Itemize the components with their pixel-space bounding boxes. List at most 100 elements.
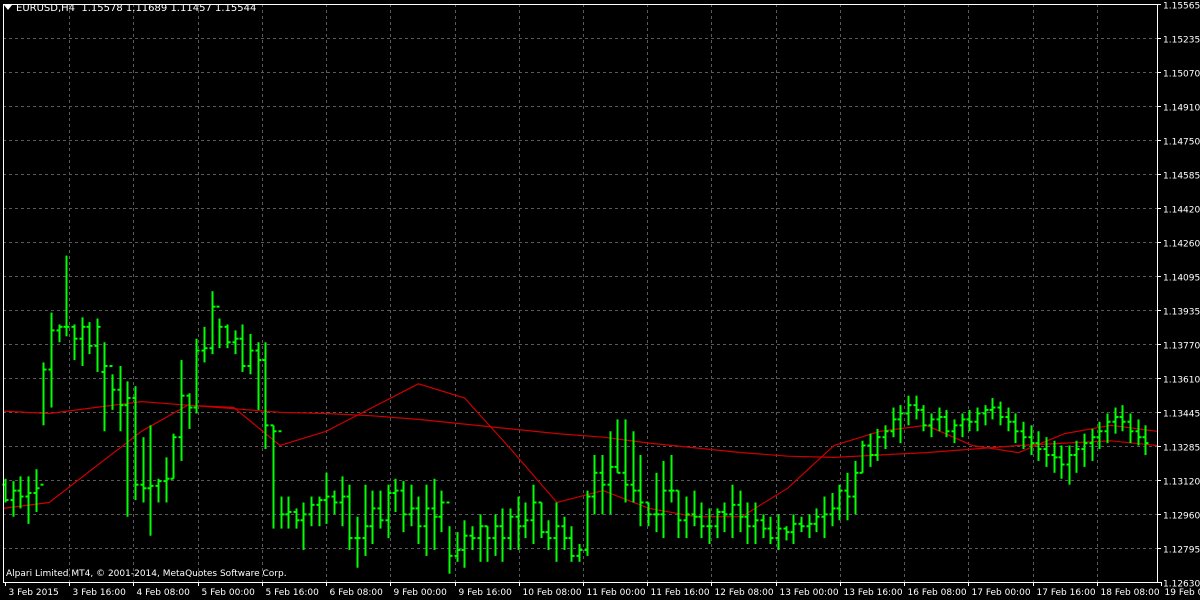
ohlc-bar	[1073, 440, 1080, 473]
ohlc-bar	[385, 484, 392, 539]
ohlc-bar	[959, 413, 966, 438]
ohlc-bar	[415, 496, 422, 545]
y-tick-label: 1.13610	[1163, 376, 1200, 386]
ohlc-bar	[499, 508, 506, 562]
ohlc-bar	[484, 525, 491, 562]
ohlc-bar	[232, 330, 239, 355]
ohlc-bar	[79, 317, 86, 366]
ohlc-bar	[1112, 407, 1119, 434]
ohlc-bar	[94, 318, 101, 372]
ohlc-bar	[538, 501, 545, 539]
price-axis: 1.15565 1.15235 1.15070 1.14910 1.14750 1.145…	[1157, 2, 1200, 590]
ohlc-bar	[698, 502, 705, 539]
ohlc-bar	[668, 455, 675, 503]
x-tick-label: 11 Feb 00:00	[587, 588, 646, 598]
ohlc-bar	[71, 324, 78, 361]
ohlc-bar	[545, 520, 552, 550]
x-tick-label: 13 Feb 00:00	[780, 588, 839, 598]
x-tick-label: 10 Feb 08:00	[523, 588, 582, 598]
ohlc-bar	[622, 419, 629, 503]
ohlc-bar	[714, 508, 721, 539]
ohlc-bar	[109, 364, 116, 410]
ohlc-bar	[469, 526, 476, 550]
ohlc-bar	[522, 502, 529, 539]
ohlc-bar	[966, 409, 973, 432]
ohlc-bar	[354, 516, 361, 568]
y-tick-label: 1.14750	[1163, 138, 1200, 148]
y-tick-label: 1.14585	[1163, 172, 1200, 182]
x-tick-label: 16 Feb 08:00	[908, 588, 967, 598]
y-tick-label: 1.15565	[1163, 2, 1200, 12]
ohlc-bar	[897, 405, 904, 444]
chart-header: EURUSD,H4 1.15578 1.11689 1.11457 1.1554…	[4, 3, 256, 14]
ohlc-bar	[874, 428, 881, 461]
ohlc-bar	[584, 490, 591, 556]
ohlc-bar	[124, 381, 131, 517]
ohlc-bar	[637, 455, 644, 527]
y-tick-label: 1.12960	[1163, 512, 1200, 522]
ohlc-bar	[155, 478, 162, 503]
price-chart: 1.15565 1.15235 1.15070 1.14910 1.14750 1.145…	[2, 2, 1200, 598]
ohlc-bar	[461, 520, 468, 568]
ohlc-bar	[86, 322, 93, 355]
ohlc-bar	[1135, 419, 1142, 446]
y-tick-label: 1.14095	[1163, 274, 1200, 284]
x-tick-label: 6 Feb 08:00	[330, 588, 384, 598]
ohlc-bar	[936, 407, 943, 432]
ohlc-bar	[1066, 445, 1073, 485]
x-tick-label: 9 Feb 16:00	[459, 588, 513, 598]
x-tick-label: 18 Feb 08:00	[1101, 588, 1160, 598]
ohlc-bar	[691, 490, 698, 527]
x-tick-label: 19 Feb 00:00	[1165, 588, 1200, 598]
ohlc-bar	[737, 490, 744, 533]
ohlc-bar	[660, 460, 667, 539]
x-tick-label: 5 Feb 16:00	[266, 588, 320, 598]
ohlc-bar	[25, 476, 32, 524]
ohlc-bar	[339, 476, 346, 527]
ohlc-bar	[293, 508, 300, 529]
ohlc-bar	[247, 333, 254, 375]
y-tick-label: 1.13935	[1163, 308, 1200, 318]
ohlc-bar	[852, 460, 859, 515]
ohlc-bar	[285, 496, 292, 529]
ohlc-values: 1.15578 1.11689 1.11457 1.15544	[81, 3, 257, 14]
y-tick-label: 1.14910	[1163, 104, 1200, 114]
moving-averages	[2, 383, 1158, 518]
ohlc-bar	[928, 413, 935, 438]
x-tick-label: 5 Feb 00:00	[202, 588, 256, 598]
ohlc-bar	[446, 501, 453, 574]
ohlc-bar	[308, 496, 315, 527]
ohlc-bar	[300, 502, 307, 550]
ohlc-bar	[790, 514, 797, 545]
chart-frame	[3, 4, 1158, 583]
ohlc-bar	[262, 342, 269, 450]
ohlc-bar	[974, 407, 981, 432]
y-tick-label: 1.12795	[1163, 546, 1200, 556]
x-tick-label: 3 Feb 2015	[9, 588, 59, 598]
ohlc-bar	[553, 502, 560, 562]
ohlc-bar	[982, 405, 989, 426]
ohlc-bar	[377, 490, 384, 529]
ohlc-bar	[163, 457, 170, 503]
ohlc-bar	[576, 544, 583, 562]
ohlc-bar	[48, 312, 55, 408]
copyright-text: Alpari Limited MT4, © 2001-2014, MetaQuo…	[6, 569, 287, 579]
ohlc-bar	[477, 514, 484, 562]
ohlc-bar	[913, 395, 920, 420]
ohlc-bar	[369, 490, 376, 545]
ohlc-bar	[63, 255, 70, 337]
chevron-down-icon[interactable]	[4, 5, 12, 10]
ma-line-1	[2, 400, 1158, 459]
ohlc-bar	[859, 440, 866, 474]
time-axis: 3 Feb 2015 3 Feb 16:00 4 Feb 08:00 5 Feb 00…	[5, 582, 1200, 598]
ohlc-bar	[270, 424, 277, 529]
ohlc-bar	[216, 305, 223, 349]
ohlc-bar	[17, 476, 24, 509]
ohlc-bar	[362, 484, 369, 556]
ohlc-bar	[783, 526, 790, 541]
x-tick-label: 12 Feb 08:00	[715, 588, 774, 598]
x-tick-label: 17 Feb 16:00	[1037, 588, 1096, 598]
ohlc-bar	[813, 508, 820, 533]
x-tick-label: 11 Feb 16:00	[651, 588, 710, 598]
ohlc-bar	[798, 516, 805, 533]
